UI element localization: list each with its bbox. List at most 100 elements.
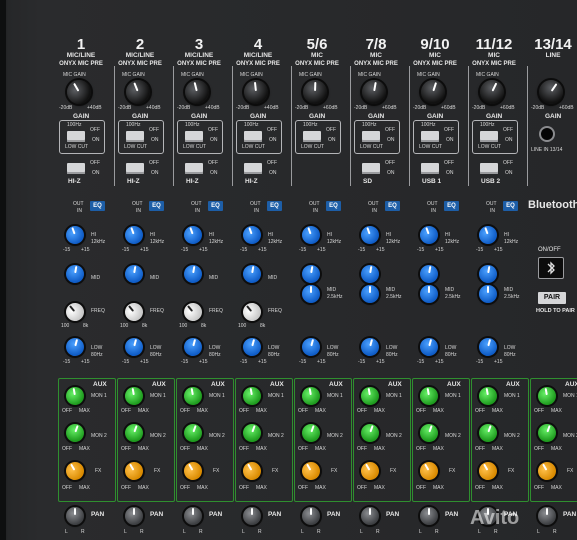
aux-off-label-2: OFF: [239, 446, 249, 452]
eq-button[interactable]: EQ: [385, 201, 400, 211]
channel-divider: [291, 66, 292, 186]
pan-knob[interactable]: [361, 507, 379, 525]
eq-low-knob[interactable]: [181, 335, 205, 359]
pan-knob[interactable]: [302, 507, 320, 525]
channel-number: 4: [253, 36, 263, 53]
eq-mid-knob[interactable]: [241, 263, 263, 285]
eq-freq-knob[interactable]: [239, 299, 265, 325]
gain-knob[interactable]: [62, 75, 96, 109]
bluetooth-pair-button[interactable]: PAIR: [538, 292, 566, 304]
eq-low-knob[interactable]: [417, 335, 441, 359]
eq-mid-knob[interactable]: [300, 263, 322, 285]
pan-knob[interactable]: [243, 507, 261, 525]
eq-button[interactable]: EQ: [208, 201, 223, 211]
input-select-button[interactable]: [185, 163, 203, 174]
eq-freq-knob[interactable]: [121, 299, 147, 325]
input-select-button[interactable]: [362, 163, 380, 174]
eq-freq-max-label: 8k: [260, 323, 266, 329]
eq-hi-knob[interactable]: [240, 223, 264, 247]
channel-preamp-label: ONYX MIC PRE: [413, 61, 457, 67]
eq-hi-label: HI: [327, 232, 332, 238]
eq-button[interactable]: EQ: [267, 201, 282, 211]
eq-low-minus-label: -15: [476, 359, 484, 365]
eq-low-minus-label: -15: [122, 359, 130, 365]
input-select-button[interactable]: [67, 163, 85, 174]
pan-knob[interactable]: [538, 507, 556, 525]
channel-number: 7/8: [365, 36, 387, 53]
fx-max-label: MAX: [197, 485, 208, 491]
gain-knob[interactable]: [360, 78, 388, 106]
eq-mid-knob-2[interactable]: [420, 285, 438, 303]
eq-button[interactable]: EQ: [503, 201, 518, 211]
eq-mid-knob[interactable]: [477, 263, 499, 285]
eq-low-knob[interactable]: [299, 335, 323, 359]
eq-minus-label: -15: [63, 247, 71, 253]
pan-knob[interactable]: [66, 507, 84, 525]
input-select-on-label: ON: [387, 170, 395, 176]
channel-divider: [173, 66, 174, 186]
channel-type-label: MIC: [311, 52, 323, 59]
line-in-jack[interactable]: [541, 128, 553, 140]
eq-mid-knob-2[interactable]: [361, 285, 379, 303]
eq-mid-label: MID: [445, 287, 455, 293]
eq-mid-knob[interactable]: [359, 263, 381, 285]
input-select-button[interactable]: [126, 163, 144, 174]
eq-mid-knob[interactable]: [182, 263, 204, 285]
aux-mon2-label: MON 2: [563, 433, 577, 439]
gain-knob[interactable]: [242, 78, 270, 106]
input-select-button[interactable]: [244, 163, 262, 174]
bluetooth-icon: [547, 261, 555, 275]
pan-knob[interactable]: [125, 507, 143, 525]
gain-knob[interactable]: [302, 79, 328, 105]
fx-off-label: OFF: [62, 485, 72, 491]
eq-button[interactable]: EQ: [326, 201, 341, 211]
gain-max-label: +60dB: [323, 105, 338, 111]
eq-hi-knob[interactable]: [299, 223, 323, 247]
pan-r-label: R: [435, 529, 439, 535]
eq-freq-min-label: 100: [179, 323, 188, 329]
pan-knob[interactable]: [184, 507, 202, 525]
eq-hi-knob[interactable]: [417, 223, 441, 247]
gain-knob[interactable]: [122, 76, 154, 108]
aux-mon2-label: MON 2: [504, 433, 520, 439]
eq-hi-knob[interactable]: [358, 223, 382, 247]
input-select-button[interactable]: [480, 163, 498, 174]
eq-mid-knob-2[interactable]: [302, 285, 320, 303]
bluetooth-on-off-button[interactable]: [538, 257, 564, 279]
eq-mid-knob[interactable]: [64, 263, 86, 285]
gain-knob[interactable]: [534, 75, 568, 109]
gain-knob[interactable]: [417, 76, 449, 108]
fx-label: FX: [272, 468, 279, 474]
input-select-button[interactable]: [421, 163, 439, 174]
aux-mon1-label: MON 1: [268, 393, 284, 399]
eq-low-knob[interactable]: [476, 335, 500, 359]
channel-number: 9/10: [420, 36, 450, 53]
gain-knob[interactable]: [475, 75, 509, 109]
eq-freq-knob[interactable]: [180, 299, 206, 325]
pan-knob[interactable]: [420, 507, 438, 525]
eq-button[interactable]: EQ: [444, 201, 459, 211]
eq-mid-knob-2[interactable]: [479, 285, 497, 303]
eq-mid-knob[interactable]: [418, 263, 440, 285]
eq-low-knob[interactable]: [122, 335, 146, 359]
eq-low-knob[interactable]: [240, 335, 264, 359]
eq-button[interactable]: EQ: [149, 201, 164, 211]
eq-freq-knob[interactable]: [62, 299, 88, 325]
fx-max-label: MAX: [374, 485, 385, 491]
gain-knob[interactable]: [182, 77, 212, 107]
eq-mid-knob[interactable]: [123, 263, 145, 285]
gain-min-label: -20dB: [531, 105, 545, 111]
eq-low-knob[interactable]: [358, 335, 382, 359]
eq-hi-knob[interactable]: [63, 223, 87, 247]
eq-plus-label: +15: [81, 247, 90, 253]
eq-low-freq-label: 80Hz: [91, 352, 103, 358]
eq-hi-knob[interactable]: [122, 223, 146, 247]
eq-low-knob[interactable]: [63, 335, 87, 359]
channel-type-label: MIC: [429, 52, 441, 59]
eq-hi-knob[interactable]: [181, 223, 205, 247]
bluetooth-title: Bluetooth: [528, 199, 577, 211]
eq-mid-label: MID: [386, 287, 396, 293]
eq-low-freq-label: 80Hz: [150, 352, 162, 358]
eq-hi-knob[interactable]: [476, 223, 500, 247]
eq-button[interactable]: EQ: [90, 201, 105, 211]
